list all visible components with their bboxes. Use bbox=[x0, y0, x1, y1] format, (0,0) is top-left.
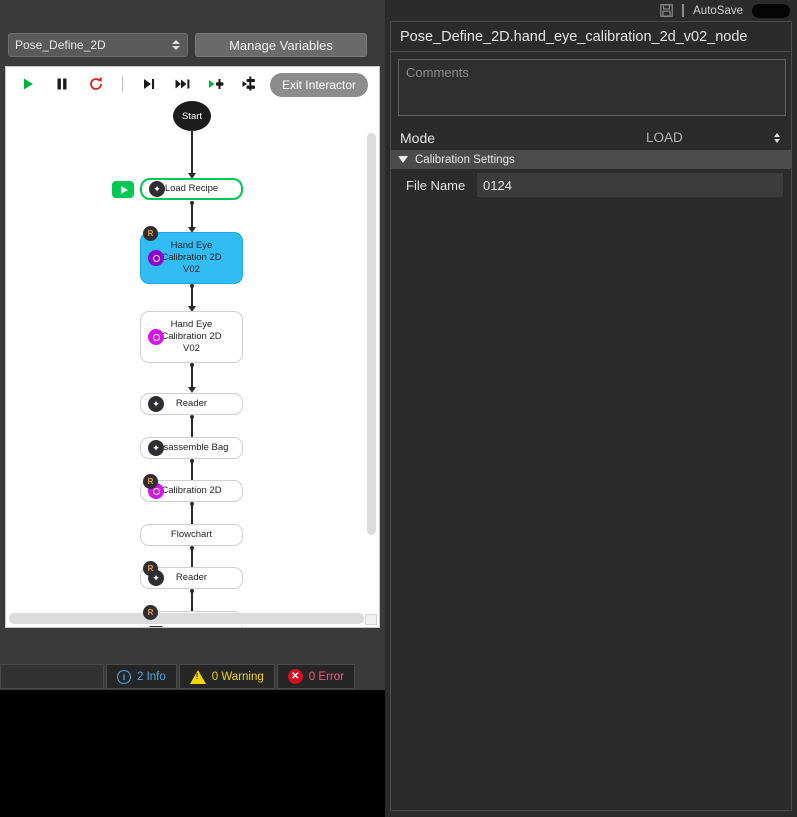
status-warning-label: 0 Warning bbox=[211, 670, 264, 683]
autosave-bar: AutoSave bbox=[385, 0, 797, 21]
status-bar-blank bbox=[0, 664, 104, 689]
chevron-updown-icon bbox=[172, 40, 180, 50]
flow-node-start-label: Start bbox=[181, 110, 203, 122]
autosave-label: AutoSave bbox=[693, 4, 743, 17]
comments-section: Comments bbox=[391, 52, 791, 116]
status-bar: i 2 Info 0 Warning ✕ 0 Error bbox=[0, 664, 385, 689]
autosave-toggle[interactable] bbox=[752, 3, 790, 18]
flowchart-graph: Start ✦ Load Recipe R Hand Eye Calibrati… bbox=[6, 101, 379, 627]
autosave-divider bbox=[682, 4, 685, 17]
recipe-badge-icon: R bbox=[143, 226, 158, 241]
interactor-toolbar: Exit Interactor bbox=[6, 67, 379, 101]
connector bbox=[191, 131, 193, 177]
save-icon[interactable] bbox=[660, 4, 673, 17]
wrench-icon: ✦ bbox=[148, 440, 164, 456]
flow-node-label: Disassemble Bag bbox=[154, 442, 229, 453]
flow-node-label: Reader bbox=[175, 398, 208, 409]
recipe-toolbar: Pose_Define_2D Manage Variables bbox=[0, 28, 385, 62]
file-name-row: File Name 0124 bbox=[399, 173, 783, 197]
mode-value: LOAD bbox=[646, 130, 683, 145]
inspector-title: Pose_Define_2D.hand_eye_calibration_2d_v… bbox=[391, 22, 791, 52]
error-icon: ✕ bbox=[287, 669, 303, 684]
inspector-panel: Pose_Define_2D.hand_eye_calibration_2d_v… bbox=[390, 21, 792, 811]
recipe-badge-icon: R bbox=[143, 605, 158, 620]
run-icon[interactable] bbox=[18, 74, 38, 94]
target-icon bbox=[148, 250, 164, 266]
right-panel: AutoSave Pose_Define_2D.hand_eye_calibra… bbox=[385, 0, 797, 817]
flow-node-load-recipe[interactable]: ✦ Load Recipe bbox=[140, 178, 243, 200]
console-output[interactable] bbox=[0, 690, 385, 817]
step-into-icon[interactable] bbox=[241, 74, 261, 94]
recipe-badge-icon: R bbox=[143, 474, 158, 489]
flow-node-label: Reader bbox=[175, 572, 208, 583]
mode-row[interactable]: Mode LOAD bbox=[391, 125, 791, 150]
status-error[interactable]: ✕ 0 Error bbox=[276, 664, 355, 689]
calibration-settings-header[interactable]: Calibration Settings bbox=[391, 150, 791, 169]
chevron-updown-icon[interactable] bbox=[774, 132, 780, 143]
status-warning[interactable]: 0 Warning bbox=[178, 664, 275, 689]
flow-node-calibration-2d[interactable]: R Calibration 2D bbox=[140, 474, 243, 502]
flowchart-canvas-panel: Exit Interactor Start ✦ Load Recipe R Ha… bbox=[5, 66, 380, 628]
canvas-horizontal-scrollbar[interactable] bbox=[7, 613, 379, 626]
reset-icon[interactable] bbox=[86, 74, 106, 94]
canvas-vertical-scrollbar-thumb[interactable] bbox=[367, 133, 376, 535]
flow-node-label: Hand Eye Calibration 2D V02 bbox=[161, 240, 222, 275]
mode-label: Mode bbox=[400, 129, 436, 146]
flow-node-label: Flowchart bbox=[170, 529, 213, 540]
status-info-label: 2 Info bbox=[137, 670, 166, 683]
flow-node-label: Hand Eye Calibration 2D V02 bbox=[161, 319, 222, 354]
comments-input[interactable]: Comments bbox=[398, 59, 786, 116]
pause-icon[interactable] bbox=[52, 74, 72, 94]
wrench-icon: ✦ bbox=[149, 181, 165, 197]
canvas-vertical-scrollbar[interactable] bbox=[367, 101, 378, 595]
flow-node-reader-1[interactable]: ✦ Reader bbox=[140, 393, 243, 415]
flow-node-hand-eye-calibration-2d-v02-selected[interactable]: R Hand Eye Calibration 2D V02 bbox=[140, 226, 243, 284]
flow-node-start[interactable]: Start bbox=[173, 101, 211, 131]
application-window: Pose_Define_2D Manage Variables Exit Int… bbox=[0, 0, 797, 817]
exit-interactor-button[interactable]: Exit Interactor bbox=[269, 73, 368, 97]
flow-node-label: Load Recipe bbox=[164, 183, 219, 194]
status-error-label: 0 Error bbox=[308, 670, 344, 683]
recipe-select[interactable]: Pose_Define_2D bbox=[8, 33, 188, 57]
calibration-settings-title: Calibration Settings bbox=[415, 153, 515, 166]
status-info[interactable]: i 2 Info bbox=[106, 664, 177, 689]
scrollbar-corner bbox=[365, 614, 377, 625]
flow-node-hand-eye-calibration-2d-v02[interactable]: Hand Eye Calibration 2D V02 bbox=[140, 311, 243, 363]
step-icon[interactable] bbox=[139, 74, 159, 94]
run-from-here-badge[interactable] bbox=[112, 181, 134, 198]
wrench-icon: ✦ bbox=[148, 396, 164, 412]
target-icon bbox=[148, 329, 164, 345]
warning-icon bbox=[189, 669, 206, 684]
toolbar-divider bbox=[122, 76, 123, 92]
flow-node-label: Calibration 2D bbox=[161, 485, 222, 496]
run-to-icon[interactable] bbox=[207, 74, 227, 94]
step-fast-icon[interactable] bbox=[173, 74, 193, 94]
caret-down-icon bbox=[398, 156, 408, 163]
flow-node-disassemble-bag[interactable]: ✦ Disassemble Bag bbox=[140, 437, 243, 459]
recipe-badge-icon: R bbox=[143, 561, 158, 576]
info-icon: i bbox=[117, 669, 131, 684]
file-name-label: File Name bbox=[406, 177, 466, 193]
recipe-select-value: Pose_Define_2D bbox=[15, 38, 106, 52]
flow-node-flowchart[interactable]: Flowchart bbox=[140, 524, 243, 546]
manage-variables-button[interactable]: Manage Variables bbox=[195, 33, 367, 57]
flow-node-reader-2[interactable]: R ✦ Reader bbox=[140, 561, 243, 589]
canvas-horizontal-scrollbar-thumb[interactable] bbox=[9, 613, 364, 624]
left-panel: Pose_Define_2D Manage Variables Exit Int… bbox=[0, 0, 385, 817]
file-name-input[interactable]: 0124 bbox=[477, 173, 783, 197]
